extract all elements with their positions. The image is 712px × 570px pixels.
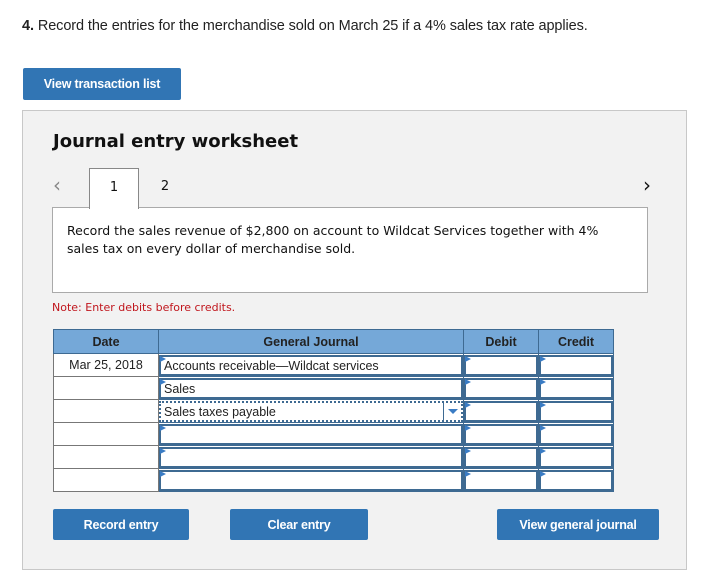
account-input[interactable]: Accounts receivable—Wildcat services	[159, 354, 463, 376]
tab-1[interactable]: 1	[89, 168, 139, 209]
date-cell	[53, 468, 159, 492]
date-cell	[53, 445, 159, 469]
question-text: 4. Record the entries for the merchandis…	[22, 18, 588, 34]
account-input[interactable]	[159, 469, 463, 491]
credit-input[interactable]	[539, 354, 613, 376]
header-general-journal: General Journal	[158, 329, 464, 354]
date-cell	[53, 399, 159, 423]
account-input[interactable]	[159, 446, 463, 468]
debit-input[interactable]	[464, 469, 538, 491]
date-cell: Mar 25, 2018	[53, 353, 159, 377]
debit-input[interactable]	[464, 423, 538, 445]
credit-input[interactable]	[539, 469, 613, 491]
clear-entry-button[interactable]: Clear entry	[230, 509, 368, 540]
table-row: Mar 25, 2018 Accounts receivable—Wildcat…	[53, 353, 614, 377]
dropdown-arrow-icon[interactable]	[443, 402, 461, 420]
date-cell	[53, 376, 159, 400]
date-cell	[53, 422, 159, 446]
debit-input[interactable]	[464, 377, 538, 399]
table-row	[53, 445, 614, 469]
chevron-left-icon[interactable]: ‹	[53, 173, 61, 197]
credit-input[interactable]	[539, 400, 613, 422]
note-text: Note: Enter debits before credits.	[52, 301, 236, 314]
worksheet-title: Journal entry worksheet	[53, 131, 299, 152]
header-debit: Debit	[463, 329, 539, 354]
table-row	[53, 422, 614, 446]
account-input[interactable]	[159, 423, 463, 445]
transaction-description: Record the sales revenue of $2,800 on ac…	[52, 207, 648, 293]
table-row	[53, 468, 614, 492]
account-select[interactable]: Sales taxes payable	[159, 400, 463, 422]
view-general-journal-button[interactable]: View general journal	[497, 509, 659, 540]
credit-input[interactable]	[539, 423, 613, 445]
table-row: Sales taxes payable	[53, 399, 614, 423]
debit-input[interactable]	[464, 400, 538, 422]
journal-table: Date General Journal Debit Credit Mar 25…	[53, 329, 614, 492]
chevron-right-icon[interactable]: ›	[643, 173, 651, 197]
record-entry-button[interactable]: Record entry	[53, 509, 189, 540]
header-date: Date	[53, 329, 159, 354]
credit-input[interactable]	[539, 377, 613, 399]
credit-input[interactable]	[539, 446, 613, 468]
question-number: 4.	[22, 18, 34, 34]
debit-input[interactable]	[464, 354, 538, 376]
table-row: Sales	[53, 376, 614, 400]
question-body: Record the entries for the merchandise s…	[33, 18, 588, 34]
account-input[interactable]: Sales	[159, 377, 463, 399]
debit-input[interactable]	[464, 446, 538, 468]
header-credit: Credit	[538, 329, 614, 354]
account-select-value: Sales taxes payable	[164, 404, 276, 419]
view-transaction-list-button[interactable]: View transaction list	[23, 68, 181, 100]
tab-2[interactable]: 2	[140, 168, 190, 209]
table-header-row: Date General Journal Debit Credit	[53, 329, 614, 354]
journal-entry-worksheet-panel: Journal entry worksheet ‹ 1 2 › Record t…	[22, 110, 687, 570]
